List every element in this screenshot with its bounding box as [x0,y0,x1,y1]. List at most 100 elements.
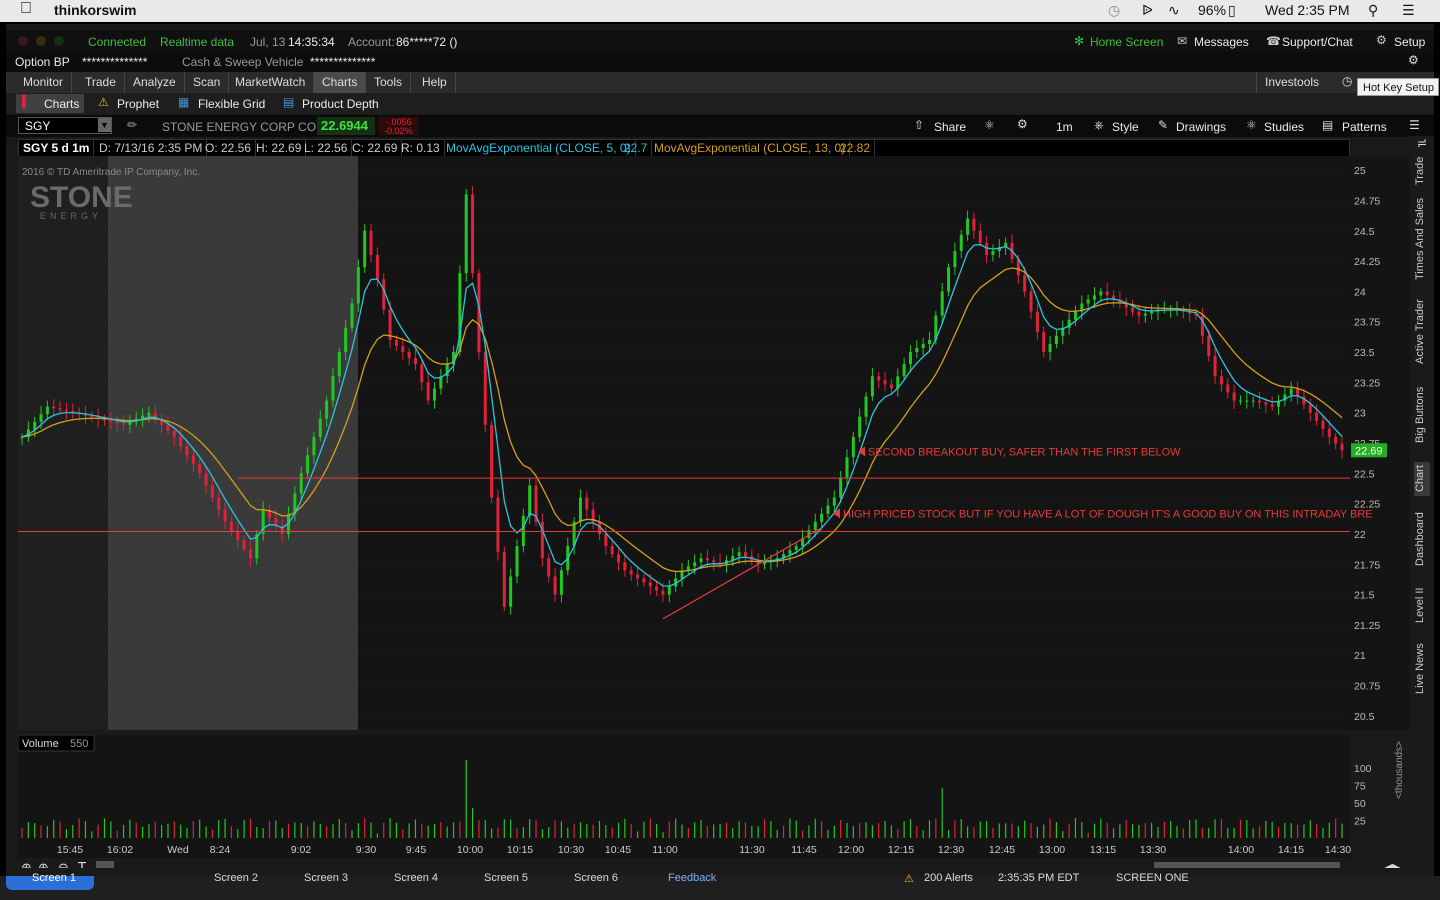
depth-icon[interactable]: ▤ [283,95,294,109]
account-label: Account: [348,35,395,49]
candle-body [179,436,183,447]
candle-body [483,352,487,425]
clock[interactable]: Wed 2:35 PM [1265,2,1350,18]
sidetab-live-news[interactable]: Live News [1414,638,1430,700]
chart-menu-icon[interactable]: ☰ [1409,118,1420,132]
ema5-label[interactable]: MovAvgExponential (CLOSE, 5, 0) [442,140,636,156]
sidetab-level-ii[interactable]: Level II [1414,584,1430,626]
price-tick-label: 21 [1354,650,1366,662]
alerts-icon[interactable]: ⚠ [904,872,914,885]
chart-settings-icon[interactable]: ⚙ [1017,117,1028,131]
zoom-window-icon[interactable] [54,36,64,46]
tab-trade[interactable]: Trade [77,72,125,93]
screen-tab-2[interactable]: Screen 2 [214,872,258,884]
studies-icon[interactable]: ⚛ [1246,118,1257,132]
subtab-product-depth[interactable]: Product Depth [302,97,379,111]
horizontal-scrollbar[interactable] [1154,862,1340,868]
time-machine-icon[interactable]: ◷ [1108,2,1120,19]
zoom-in-icon[interactable]: ⊕ [38,861,49,868]
feedback-link[interactable]: Feedback [668,872,716,884]
spotlight-icon[interactable]: ⚲ [1368,2,1378,19]
layout-gear-icon[interactable]: ⚙ [1408,53,1419,67]
flask-icon[interactable]: ⚛ [984,118,995,132]
support-icon[interactable]: ☎ [1266,34,1281,48]
crosshair-tool-icon[interactable]: ⊕ [21,861,32,868]
candle-body [877,376,881,381]
sidetab-active-trader[interactable]: Active Trader [1414,296,1430,368]
patterns-button[interactable]: Patterns [1342,120,1387,134]
setup-link[interactable]: Setup [1394,35,1425,49]
apple-icon[interactable]:  [20,0,32,18]
wifi-icon[interactable]: ∿ [1168,2,1180,19]
zoom-out-icon[interactable]: ⊖ [58,861,69,868]
share-button[interactable]: Share [934,120,966,134]
notification-center-icon[interactable]: ☰ [1402,2,1415,19]
tab-tools[interactable]: Tools [366,72,412,93]
setup-gear-icon[interactable]: ⚙ [1376,33,1387,47]
sidetab-big-buttons[interactable]: Big Buttons [1414,382,1430,448]
app-name[interactable]: thinkorswim [54,2,136,18]
drawings-button[interactable]: Drawings [1176,120,1226,134]
tab-scan[interactable]: Scan [185,72,230,93]
tab-analyze[interactable]: Analyze [125,72,185,93]
volume-tick-label: 75 [1354,781,1366,793]
style-icon[interactable]: ⎈ [1094,118,1104,133]
pencil-icon[interactable]: ✎ [1158,118,1168,132]
patterns-icon[interactable]: ▤ [1322,118,1333,132]
annotation-lower[interactable]: HIGH PRICED STOCK BUT IF YOU HAVE A LOT … [833,508,1373,520]
scroll-arrows-icon[interactable]: ◀▶ [1384,861,1401,868]
subtab-flexible-grid[interactable]: Flexible Grid [198,97,265,111]
candle-body [642,578,646,583]
messages-icon[interactable]: ✉ [1177,34,1187,48]
screen-tab-1[interactable]: Screen 1 [6,872,94,890]
tab-marketwatch[interactable]: MarketWatch [227,72,315,93]
close-window-icon[interactable] [18,36,28,46]
share-icon[interactable]: ⇧ [914,118,924,132]
home-screen-icon[interactable]: ✻ [1074,34,1084,48]
text-tool-icon[interactable]: T [77,861,86,868]
sidetab-chart[interactable]: Chart [1414,462,1430,496]
minimize-window-icon[interactable] [36,36,46,46]
subtab-charts[interactable]: ▌ Charts [16,94,84,113]
messages-link[interactable]: Messages [1194,35,1249,49]
candle-body [369,230,373,256]
prophet-icon[interactable]: ⚠ [98,95,109,109]
screen-tab-5[interactable]: Screen 5 [484,872,528,884]
candle-body [464,194,468,274]
battery-icon[interactable]: ▯ [1228,2,1236,19]
screen-tab-4[interactable]: Screen 4 [394,872,438,884]
candle-body [636,574,640,579]
home-screen-link[interactable]: Home Screen [1090,35,1163,49]
price-chart[interactable]: 2524.7524.524.252423.7523.523.252322.752… [18,156,1410,868]
price-tick-label: 20.5 [1354,711,1375,723]
candle-body [337,352,341,377]
sidetab-dashboard[interactable]: Dashboard [1414,506,1430,572]
clock-icon[interactable]: ◷ [1342,74,1352,88]
timeframe-button[interactable]: 1m [1056,120,1073,134]
candle-body [1334,436,1338,444]
symbol-dropdown-icon[interactable]: ▼ [98,118,111,132]
alerts-count[interactable]: 200 Alerts [924,872,973,884]
bluetooth-icon[interactable]: ᐉ [1142,2,1153,19]
style-button[interactable]: Style [1112,120,1139,134]
expand-drawing-set-button[interactable] [96,861,114,868]
battery-percent: 96% [1198,2,1227,18]
sidetab-times-and-sales[interactable]: Times And Sales [1414,196,1430,282]
annotation-upper[interactable]: SECOND BREAKOUT BUY, SAFER THAN THE FIRS… [858,446,1181,458]
tab-monitor[interactable]: Monitor [15,72,73,93]
sub-tabs: ▌ Charts ⚠ Prophet ▦ Flexible Grid ▤ Pro… [6,93,1434,114]
subtab-prophet[interactable]: Prophet [117,97,159,111]
sidetab-trade[interactable]: Trade [1414,148,1430,194]
studies-button[interactable]: Studies [1264,120,1304,134]
link-icon[interactable]: ✏ [127,118,137,132]
candle-body [883,380,887,385]
support-link[interactable]: Support/Chat [1282,35,1353,49]
tab-charts[interactable]: Charts [314,72,367,93]
screen-tab-6[interactable]: Screen 6 [574,872,618,884]
ema13-label[interactable]: MovAvgExponential (CLOSE, 13, 0) [650,140,851,156]
tab-help[interactable]: Help [414,72,456,93]
account-selector[interactable]: 86*****72 () [396,35,457,49]
investools-link[interactable]: Investools [1256,72,1327,93]
grid-icon[interactable]: ▦ [178,95,189,109]
screen-tab-3[interactable]: Screen 3 [304,872,348,884]
